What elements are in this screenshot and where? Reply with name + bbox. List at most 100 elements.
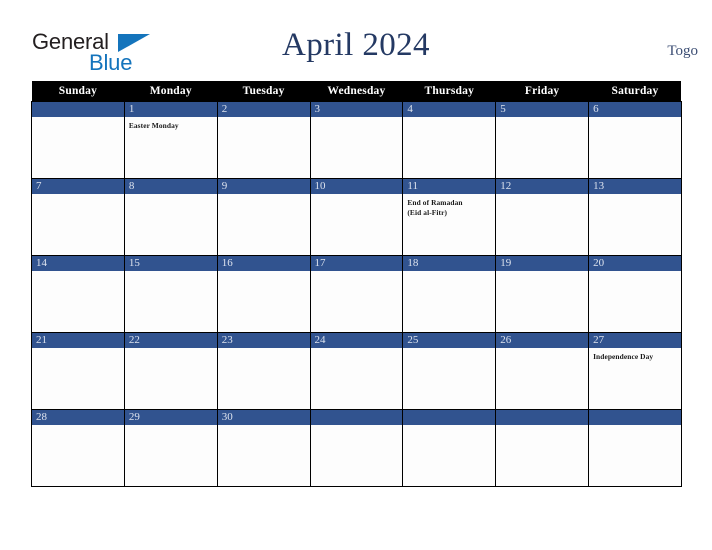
day-number: 5	[496, 102, 589, 117]
day-number	[310, 410, 403, 425]
day-number: 6	[589, 102, 681, 117]
calendar-day-cell-29[interactable]: 29	[123, 409, 218, 487]
day-number	[32, 102, 124, 117]
day-number: 1	[124, 102, 217, 117]
calendar-day-cell-26[interactable]: 26	[495, 332, 590, 410]
day-number	[403, 410, 496, 425]
weekday-header-friday: Friday	[495, 81, 589, 102]
calendar-day-cell-27[interactable]: 27 Independence Day	[588, 332, 682, 410]
day-number: 4	[403, 102, 496, 117]
day-number: 13	[589, 179, 681, 194]
day-events	[589, 117, 681, 121]
day-events	[403, 117, 495, 121]
day-events: End of Ramadan (Eid al-Fitr)	[403, 194, 495, 217]
day-events	[496, 271, 588, 275]
holiday-label: End of Ramadan	[407, 198, 463, 207]
holiday-label: Independence Day	[593, 352, 654, 361]
calendar-day-cell-7[interactable]: 7	[31, 178, 125, 256]
calendar-table: Sunday Monday Tuesday Wednesday Thursday Frid…	[31, 81, 682, 487]
holiday-label: Easter Monday	[128, 121, 179, 130]
day-events: Independence Day	[589, 348, 681, 362]
weekday-header-thursday: Thursday	[402, 81, 496, 102]
day-number: 19	[496, 256, 589, 271]
calendar-day-cell-10[interactable]: 10	[309, 178, 404, 256]
calendar-week-row: 1 Easter Monday 2 3 4 5 6	[31, 101, 682, 179]
day-number: 9	[217, 179, 310, 194]
holiday-label: (Eid al-Fitr)	[407, 207, 448, 217]
calendar-day-cell-empty	[402, 409, 497, 487]
day-events	[218, 194, 310, 198]
calendar-day-cell-12[interactable]: 12	[495, 178, 590, 256]
day-number: 16	[217, 256, 310, 271]
day-number: 14	[32, 256, 124, 271]
day-number: 2	[217, 102, 310, 117]
calendar-day-cell-23[interactable]: 23	[216, 332, 311, 410]
calendar-week-row: 7 8 9 10 11 End of Ramadan (Eid al-Fitr) 12 13	[31, 178, 682, 256]
day-number	[496, 410, 589, 425]
day-number: 8	[124, 179, 217, 194]
day-events	[403, 425, 495, 429]
calendar-day-cell-9[interactable]: 9	[216, 178, 311, 256]
day-events	[218, 425, 310, 429]
calendar-day-cell-17[interactable]: 17	[309, 255, 404, 333]
day-events	[496, 348, 588, 352]
day-events	[32, 348, 124, 352]
country-label: Togo	[667, 43, 698, 59]
calendar-day-cell-28[interactable]: 28	[31, 409, 125, 487]
day-number: 15	[124, 256, 217, 271]
day-number: 12	[496, 179, 589, 194]
calendar-day-cell-24[interactable]: 24	[309, 332, 404, 410]
calendar-day-cell-6[interactable]: 6	[588, 101, 682, 179]
day-number: 21	[32, 333, 124, 348]
day-number: 27	[589, 333, 681, 348]
calendar-day-cell-1[interactable]: 1 Easter Monday	[123, 101, 218, 179]
calendar-day-cell-20[interactable]: 20	[588, 255, 682, 333]
day-number: 20	[589, 256, 681, 271]
calendar-day-cell-13[interactable]: 13	[588, 178, 682, 256]
calendar-day-cell-empty	[309, 409, 404, 487]
day-number: 17	[310, 256, 403, 271]
day-events	[125, 271, 217, 275]
calendar-day-cell-8[interactable]: 8	[123, 178, 218, 256]
day-events	[311, 117, 403, 121]
calendar-day-cell-11[interactable]: 11 End of Ramadan (Eid al-Fitr)	[402, 178, 497, 256]
calendar-day-cell-22[interactable]: 22	[123, 332, 218, 410]
day-number: 29	[124, 410, 217, 425]
calendar-day-cell-16[interactable]: 16	[216, 255, 311, 333]
calendar-day-cell-15[interactable]: 15	[123, 255, 218, 333]
calendar-day-cell-18[interactable]: 18	[402, 255, 497, 333]
day-number: 18	[403, 256, 496, 271]
calendar-header-row: Sunday Monday Tuesday Wednesday Thursday Frid…	[31, 81, 682, 102]
calendar-day-cell-19[interactable]: 19	[495, 255, 590, 333]
day-number: 23	[217, 333, 310, 348]
day-events	[125, 425, 217, 429]
weekday-header-tuesday: Tuesday	[217, 81, 311, 102]
calendar-day-cell-5[interactable]: 5	[495, 101, 590, 179]
day-events	[311, 348, 403, 352]
day-number: 28	[32, 410, 124, 425]
calendar-body: 1 Easter Monday 2 3 4 5 6 7 8 9 10 11 End of Ramadan…	[31, 101, 682, 487]
page-header: General Blue April 2024 Togo	[0, 0, 712, 81]
day-number: 26	[496, 333, 589, 348]
day-events	[125, 348, 217, 352]
day-events	[218, 271, 310, 275]
day-number: 22	[124, 333, 217, 348]
calendar-day-cell-14[interactable]: 14	[31, 255, 125, 333]
calendar-week-row: 28 29 30	[31, 409, 682, 487]
day-events	[218, 117, 310, 121]
day-events	[32, 194, 124, 198]
calendar-day-cell-4[interactable]: 4	[402, 101, 497, 179]
weekday-header-sunday: Sunday	[31, 81, 125, 102]
day-events	[32, 117, 124, 121]
day-number: 7	[32, 179, 124, 194]
calendar-day-cell-3[interactable]: 3	[309, 101, 404, 179]
day-number: 11	[403, 179, 496, 194]
day-number: 10	[310, 179, 403, 194]
calendar-day-cell-21[interactable]: 21	[31, 332, 125, 410]
calendar-day-cell-2[interactable]: 2	[216, 101, 311, 179]
calendar-day-cell-30[interactable]: 30	[216, 409, 311, 487]
weekday-header-monday: Monday	[124, 81, 218, 102]
weekday-header-saturday: Saturday	[588, 81, 682, 102]
day-events	[589, 194, 681, 198]
calendar-day-cell-25[interactable]: 25	[402, 332, 497, 410]
